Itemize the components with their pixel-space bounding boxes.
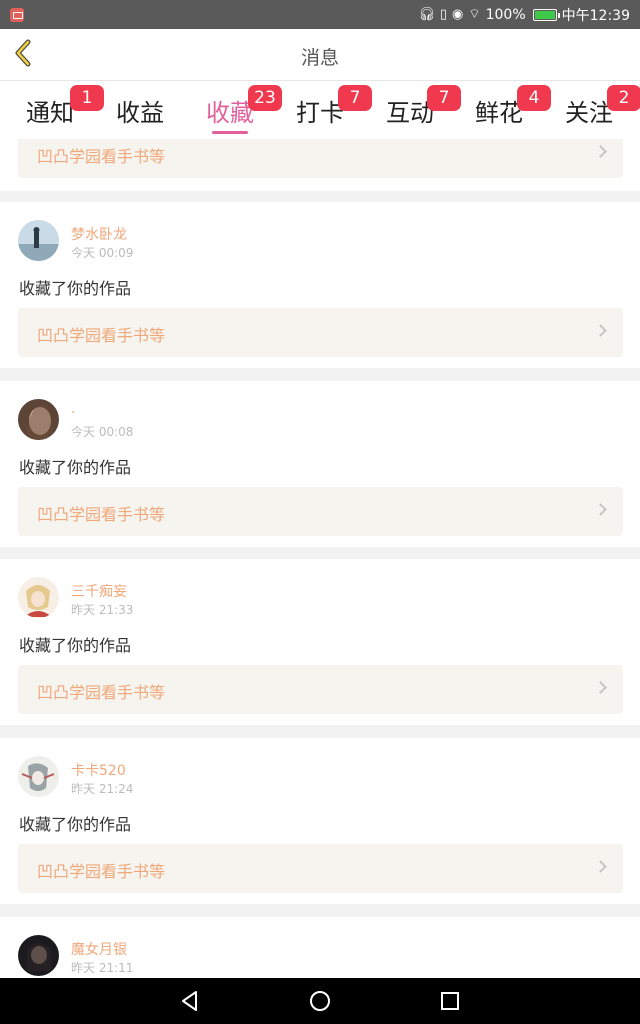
- avatar[interactable]: [18, 220, 59, 261]
- avatar-image: [18, 577, 59, 618]
- tab-interactions[interactable]: 互动 7: [370, 85, 461, 128]
- timestamp: 昨天 21:24: [71, 782, 134, 796]
- status-bar: 🎧︎ ▯ ◉ ⌔ 100% 中午12:39: [0, 0, 640, 29]
- tab-label: 通知: [26, 99, 74, 127]
- unread-badge: 1: [70, 85, 104, 111]
- work-title: 凹凸学园看手书等: [37, 505, 166, 524]
- action-text: 收藏了你的作品: [19, 815, 132, 834]
- action-text: 收藏了你的作品: [19, 636, 132, 655]
- avatar[interactable]: [18, 399, 59, 440]
- clock: 中午12:39: [561, 7, 630, 24]
- headset-icon: 🎧︎: [418, 7, 435, 22]
- status-left: [10, 7, 24, 22]
- unread-badge: 7: [427, 85, 461, 111]
- username[interactable]: 梦水卧龙: [71, 224, 127, 244]
- unread-badge: 4: [517, 85, 551, 111]
- action-text: 收藏了你的作品: [19, 279, 132, 298]
- work-title: 凹凸学园看手书等: [37, 326, 166, 345]
- username[interactable]: 魔女月银: [71, 939, 127, 959]
- tab-earnings[interactable]: 收益: [100, 93, 180, 128]
- work-link[interactable]: 凹凸学园看手书等: [18, 308, 623, 357]
- avatar[interactable]: [18, 756, 59, 797]
- chevron-right-icon: [594, 503, 607, 516]
- username[interactable]: .: [71, 401, 75, 417]
- tab-label: 收藏: [206, 99, 254, 127]
- app-notification-icon: [10, 7, 24, 22]
- list-item: 三千痴妄 昨天 21:33 收藏了你的作品 凹凸学园看手书等: [0, 559, 640, 725]
- nav-recents-button[interactable]: [437, 988, 463, 1014]
- work-title: 凹凸学园看手书等: [37, 683, 166, 702]
- tab-follows[interactable]: 关注 2: [549, 85, 640, 128]
- chevron-right-icon: [594, 145, 607, 158]
- tab-label: 关注: [565, 99, 613, 127]
- timestamp: 昨天 21:11: [71, 961, 134, 975]
- avatar-image: [18, 220, 59, 261]
- tab-label: 打卡: [296, 99, 344, 127]
- avatar[interactable]: [18, 935, 59, 976]
- square-recents-icon: [441, 992, 459, 1010]
- status-right: 🎧︎ ▯ ◉ ⌔ 100% 中午12:39: [418, 5, 630, 25]
- list-item: 凹凸学园看手书等: [0, 139, 640, 191]
- page-title: 消息: [300, 47, 339, 69]
- list-item: 魔女月银 昨天 21:11: [0, 917, 640, 978]
- tab-label: 鲜花: [475, 99, 523, 127]
- tab-checkin[interactable]: 打卡 7: [280, 85, 372, 128]
- header: 消息: [0, 29, 640, 81]
- chevron-right-icon: [594, 681, 607, 694]
- tab-flowers[interactable]: 鲜花 4: [459, 85, 551, 128]
- username[interactable]: 卡卡520: [71, 760, 126, 780]
- avatar[interactable]: [18, 577, 59, 618]
- eye-icon: ◉: [452, 7, 464, 22]
- work-title: 凹凸学园看手书等: [37, 147, 166, 166]
- action-text: 收藏了你的作品: [19, 458, 132, 477]
- unread-badge: 2: [607, 85, 640, 111]
- work-link[interactable]: 凹凸学园看手书等: [18, 139, 623, 178]
- avatar-image: [18, 756, 59, 797]
- work-link[interactable]: 凹凸学园看手书等: [18, 665, 623, 714]
- active-tab-indicator: [212, 131, 248, 134]
- avatar-image: [18, 399, 59, 440]
- triangle-back-icon: [182, 991, 197, 1011]
- unread-badge: 23: [248, 85, 282, 111]
- username[interactable]: 三千痴妄: [71, 581, 127, 601]
- avatar-image: [18, 935, 59, 976]
- work-link[interactable]: 凹凸学园看手书等: [18, 844, 623, 893]
- nav-home-button[interactable]: [307, 988, 333, 1014]
- list-item: 卡卡520 昨天 21:24 收藏了你的作品 凹凸学园看手书等: [0, 738, 640, 904]
- work-link[interactable]: 凹凸学园看手书等: [18, 487, 623, 536]
- chevron-right-icon: [594, 324, 607, 337]
- chevron-right-icon: [594, 860, 607, 873]
- wifi-icon: ⌔: [468, 7, 481, 22]
- list-item: . 今天 00:08 收藏了你的作品 凹凸学园看手书等: [0, 381, 640, 547]
- battery-icon: [532, 8, 560, 21]
- list-item: 梦水卧龙 今天 00:09 收藏了你的作品 凹凸学园看手书等: [0, 202, 640, 368]
- circle-home-icon: [310, 991, 330, 1011]
- nav-back-button[interactable]: [177, 988, 203, 1014]
- tab-notifications[interactable]: 通知 1: [10, 85, 104, 128]
- unread-badge: 7: [338, 85, 372, 111]
- tab-bar: 通知 1 收益 收藏 23 打卡 7 互动 7 鲜花 4 关注 2: [0, 81, 640, 139]
- timestamp: 今天 00:08: [71, 425, 134, 439]
- timestamp: 今天 00:09: [71, 246, 134, 260]
- timestamp: 昨天 21:33: [71, 603, 134, 617]
- vibrate-icon: ▯: [439, 7, 448, 22]
- message-list[interactable]: 凹凸学园看手书等 梦水卧龙 今天 00:09 收藏了你的作品 凹凸学园看手书等: [0, 139, 640, 978]
- system-nav-bar: [0, 978, 640, 1024]
- tab-favorites[interactable]: 收藏 23: [190, 85, 282, 128]
- battery-percent: 100%: [485, 6, 526, 23]
- work-title: 凹凸学园看手书等: [37, 862, 166, 881]
- tab-label: 收益: [116, 99, 164, 127]
